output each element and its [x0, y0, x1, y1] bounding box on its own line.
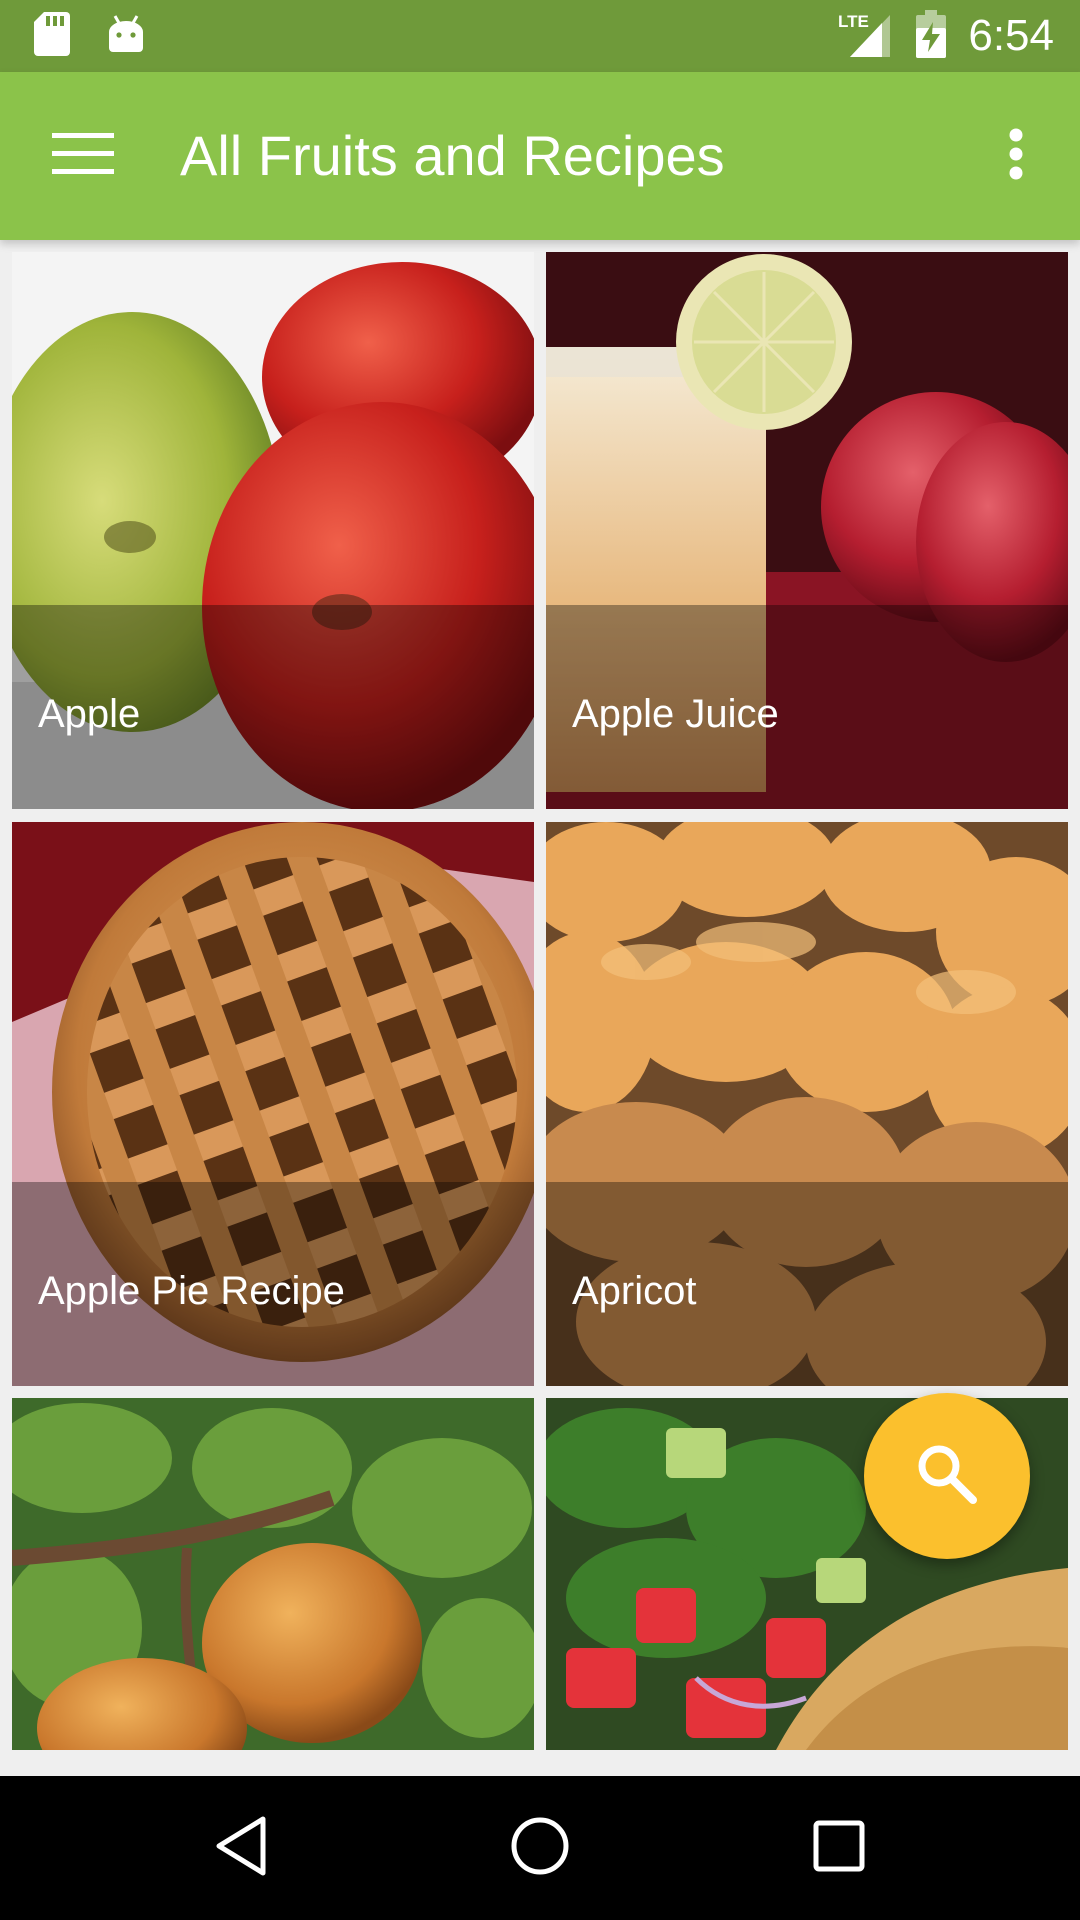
app-bar: All Fruits and Recipes: [0, 72, 1080, 240]
navigation-bar: [0, 1776, 1080, 1920]
overflow-menu-button[interactable]: [978, 114, 1054, 198]
tile-label: Apple Juice: [572, 692, 779, 736]
page-title: All Fruits and Recipes: [180, 124, 725, 187]
back-button[interactable]: [196, 1808, 286, 1888]
screen: LTE 6:54 All Fruits and Recipes Apple Ap…: [0, 0, 1080, 1920]
lte-signal-icon: LTE: [838, 11, 894, 62]
grid-item-apricot[interactable]: Apricot: [546, 822, 1068, 1386]
tile-label: Apricot: [572, 1269, 697, 1313]
battery-charging-icon: [916, 9, 947, 63]
grid-item-apple-juice[interactable]: Apple Juice: [546, 252, 1068, 809]
overflow-menu-icon: [1008, 128, 1024, 185]
search-icon: [915, 1442, 979, 1511]
pear-image: [12, 1398, 534, 1750]
hamburger-menu-icon: [52, 132, 114, 180]
status-bar: LTE 6:54: [0, 0, 1080, 72]
tile-caption: Apricot: [546, 1182, 1068, 1386]
home-button[interactable]: [495, 1808, 585, 1888]
recents-button[interactable]: [794, 1808, 884, 1888]
status-right-icons: LTE 6:54: [838, 8, 1054, 64]
grid-item-pear[interactable]: [12, 1398, 534, 1750]
recents-icon: [813, 1820, 865, 1877]
android-icon: [106, 14, 146, 59]
search-fab[interactable]: [864, 1393, 1030, 1559]
status-time: 6:54: [968, 11, 1054, 60]
home-icon: [510, 1816, 570, 1881]
tile-caption: Apple Juice: [546, 605, 1068, 809]
tile-caption: Apple Pie Recipe: [12, 1182, 534, 1386]
grid-item-apple[interactable]: Apple: [12, 252, 534, 809]
tile-label: Apple Pie Recipe: [38, 1269, 345, 1313]
menu-button[interactable]: [40, 120, 126, 192]
back-icon: [213, 1815, 269, 1882]
tile-label: Apple: [38, 692, 141, 736]
status-left-icons: [34, 12, 146, 61]
network-label: LTE: [838, 12, 869, 31]
tile-caption: Apple: [12, 605, 534, 809]
sd-card-icon: [34, 12, 70, 61]
grid-item-apple-pie-recipe[interactable]: Apple Pie Recipe: [12, 822, 534, 1386]
